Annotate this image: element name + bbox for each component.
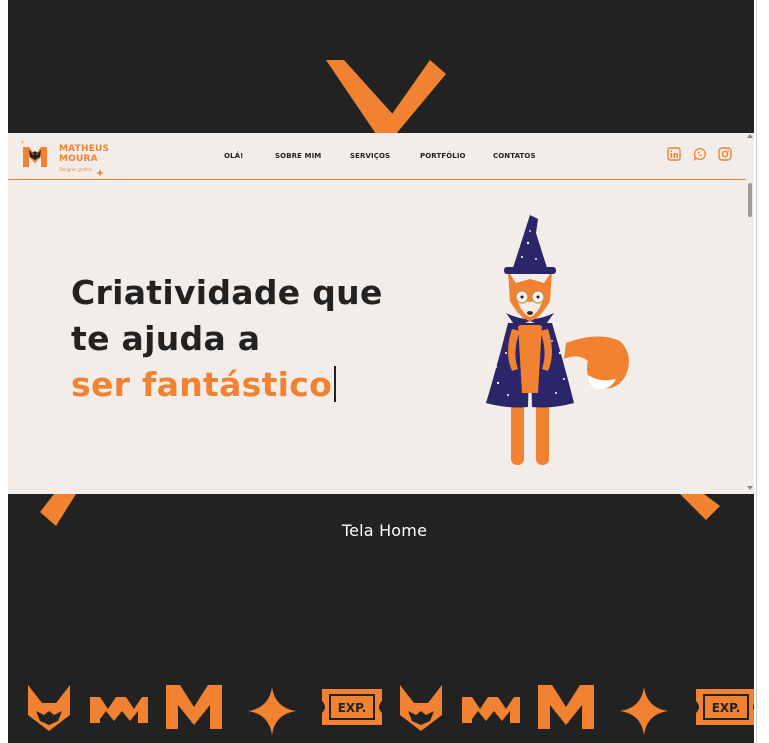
- whatsapp-icon[interactable]: [693, 147, 707, 161]
- mm-monogram-icon: [90, 697, 148, 723]
- x-top-arms: [326, 60, 446, 134]
- nav-servicos[interactable]: SERVIÇOS: [350, 152, 390, 160]
- nav-portfolio[interactable]: PORTFÓLIO: [420, 152, 466, 160]
- fox-mm-monogram-icon: + +: [20, 141, 47, 167]
- nav-ola[interactable]: OLÁ!: [224, 152, 243, 160]
- logo-name-line2: MOURA: [59, 154, 98, 164]
- site-header: + + MATHEUS MOURA Designer gráfico OLÁ! …: [8, 133, 754, 180]
- fox-head-icon: [400, 685, 442, 731]
- ticket-badge-icon: EXP.: [696, 689, 754, 725]
- footer-icon-strip: EXP. EXP.: [28, 685, 754, 735]
- website-mockup: + + MATHEUS MOURA Designer gráfico OLÁ! …: [8, 133, 754, 494]
- m-letter-icon: [538, 685, 594, 729]
- hero-line-3-text: ser fantástico: [71, 365, 333, 404]
- mm-monogram-icon: [462, 697, 520, 723]
- instagram-icon[interactable]: [718, 147, 732, 161]
- screen-caption: Tela Home: [341, 521, 428, 540]
- logo-name-line1: MATHEUS: [59, 144, 110, 154]
- page-scrollbar-area[interactable]: [754, 0, 769, 743]
- site-logo[interactable]: + + MATHEUS MOURA Designer gráfico: [20, 139, 110, 179]
- svg-text:+: +: [20, 141, 25, 146]
- scroll-up-arrow-icon[interactable]: [746, 133, 754, 139]
- nav-sobre-mim[interactable]: SOBRE MIM: [275, 152, 321, 160]
- linkedin-icon[interactable]: [667, 147, 681, 161]
- logo-tagline: Designer gráfico: [59, 167, 92, 172]
- nav-contatos[interactable]: CONTATOS: [493, 152, 536, 160]
- sparkle-star-icon: [620, 687, 668, 735]
- hero-line-1: Criatividade que: [71, 273, 383, 312]
- ticket-badge-icon: EXP.: [322, 689, 382, 725]
- scroll-down-arrow-icon[interactable]: [746, 485, 754, 491]
- wizard-fox-illustration: [486, 215, 629, 465]
- x-bottom-right-arm: [680, 494, 720, 520]
- hero-line-2: te ajuda a: [71, 319, 261, 358]
- fox-head-icon: [28, 685, 70, 731]
- mockup-scrollbar[interactable]: [746, 179, 754, 494]
- hero-line-3: ser fantástico: [71, 362, 383, 408]
- hero-headline: Criatividade que te ajuda a ser fantásti…: [71, 270, 383, 408]
- typing-caret: [334, 366, 336, 402]
- sparkle-icon: [96, 169, 104, 177]
- scrollbar-thumb[interactable]: [748, 183, 752, 217]
- presentation-stage: + + MATHEUS MOURA Designer gráfico OLÁ! …: [0, 0, 769, 743]
- ticket-badge-text-1: EXP.: [338, 701, 367, 715]
- ticket-badge-text-2: EXP.: [712, 701, 741, 715]
- m-letter-icon: [166, 685, 222, 729]
- sparkle-star-icon: [248, 687, 296, 735]
